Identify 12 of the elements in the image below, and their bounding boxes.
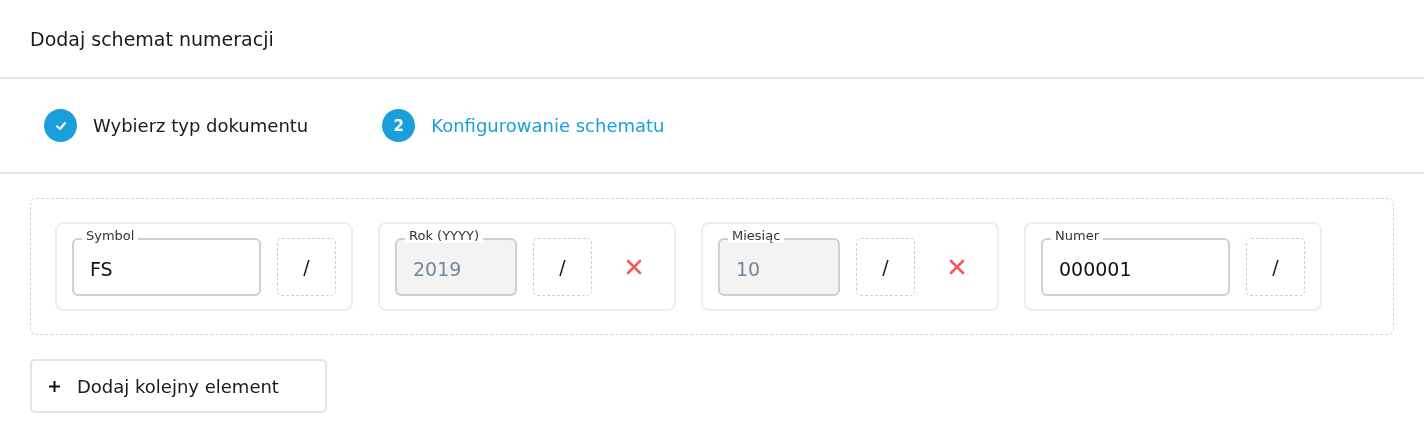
- close-icon: [948, 258, 965, 275]
- dialog-title: Dodaj schemat numeracji: [30, 27, 274, 50]
- field-label: Rok (YYYY): [405, 227, 483, 243]
- plus-icon: [48, 379, 61, 393]
- add-element-button[interactable]: Dodaj kolejny element: [30, 359, 327, 413]
- close-icon: [625, 258, 642, 275]
- step-badge: 2: [382, 109, 416, 142]
- separator-field[interactable]: /: [1246, 237, 1305, 296]
- field-label: Symbol: [82, 227, 139, 243]
- separator-field[interactable]: /: [277, 237, 336, 296]
- field-label: Miesiąc: [728, 227, 785, 243]
- step-label[interactable]: Wybierz typ dokumentu: [93, 115, 309, 136]
